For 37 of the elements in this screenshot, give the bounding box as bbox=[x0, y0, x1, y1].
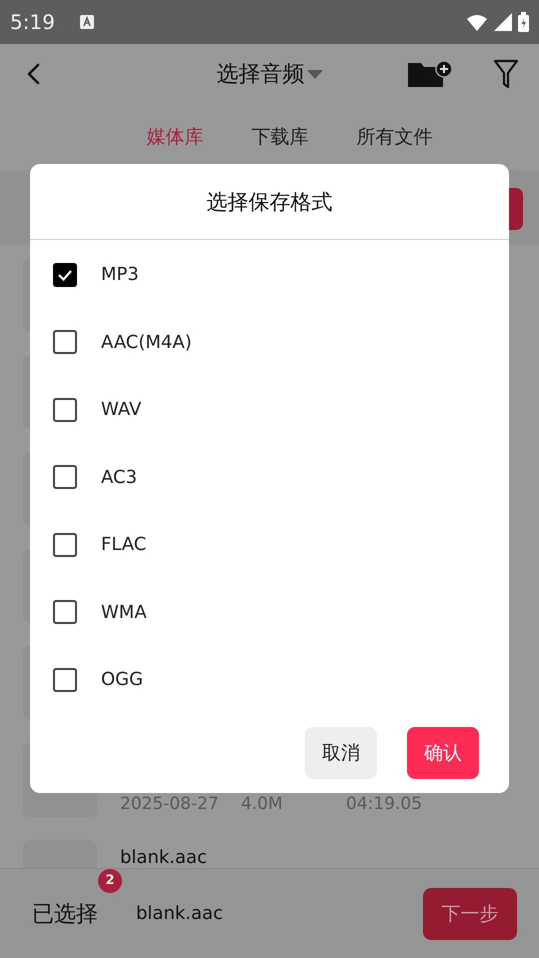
selected-file: blank.aac bbox=[136, 903, 223, 924]
count-badge: 2 bbox=[98, 868, 122, 892]
confirm-button[interactable]: 确认 bbox=[407, 726, 479, 778]
filter-icon[interactable] bbox=[493, 59, 519, 89]
format-label[interactable]: AAC(M4A) bbox=[101, 332, 192, 353]
format-label[interactable]: WAV bbox=[101, 399, 142, 420]
checkbox[interactable] bbox=[53, 600, 77, 624]
file-size: 4.0M bbox=[241, 794, 284, 814]
add-folder-icon[interactable] bbox=[407, 59, 453, 89]
file-duration: 04:19.05 bbox=[346, 794, 422, 814]
file-name: blank.aac bbox=[120, 847, 207, 868]
format-label[interactable]: AC3 bbox=[101, 466, 138, 488]
format-label[interactable]: FLAC bbox=[101, 534, 146, 556]
cancel-button[interactable]: 取消 bbox=[305, 726, 377, 778]
dialog-title: 选择保存格式 bbox=[30, 164, 509, 240]
wifi-icon bbox=[466, 13, 488, 31]
checkbox[interactable] bbox=[53, 398, 77, 422]
checkbox[interactable] bbox=[53, 532, 77, 557]
file-date: 2025-08-27 bbox=[120, 794, 220, 814]
format-label[interactable]: WMA bbox=[101, 602, 147, 623]
clock: 5:19 bbox=[10, 10, 55, 34]
next-button[interactable]: 下一步 bbox=[423, 888, 517, 940]
checkbox[interactable] bbox=[53, 262, 77, 287]
keyboard-notification-icon bbox=[78, 14, 95, 30]
checkbox[interactable] bbox=[53, 668, 77, 692]
checkbox[interactable] bbox=[53, 330, 77, 354]
signal-icon bbox=[494, 13, 512, 31]
tab[interactable]: 下载库 bbox=[248, 120, 312, 154]
format-label[interactable]: OGG bbox=[101, 669, 144, 690]
dropdown-icon[interactable] bbox=[306, 70, 322, 78]
checkbox[interactable] bbox=[53, 465, 77, 490]
format-label[interactable]: MP3 bbox=[101, 264, 139, 286]
battery-icon bbox=[518, 12, 529, 32]
screen-title: 选择音频 bbox=[216, 61, 304, 89]
tab[interactable]: 所有文件 bbox=[352, 120, 436, 154]
selected-label: 已选择 bbox=[32, 902, 98, 926]
back-icon[interactable] bbox=[26, 63, 42, 85]
